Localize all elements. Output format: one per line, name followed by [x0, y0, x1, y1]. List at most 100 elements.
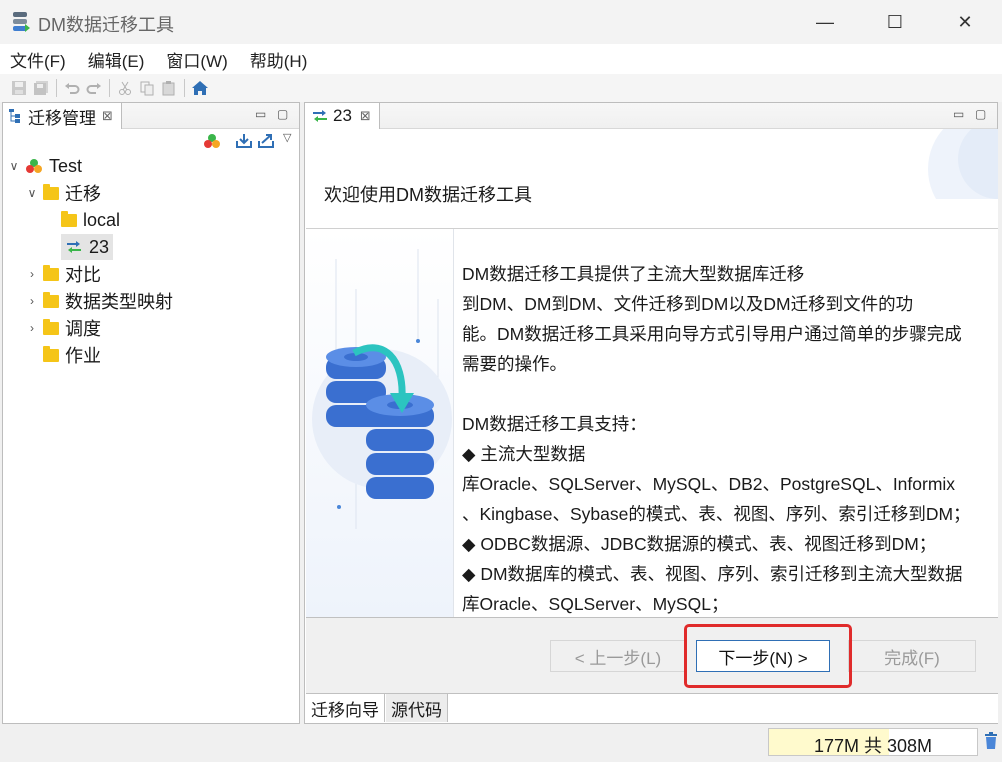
tree-view-icon	[9, 109, 20, 123]
description-line: 库Oracle、SQLServer、MySQL、DB2、PostgreSQL、I…	[462, 474, 956, 494]
tab-source-code[interactable]: 源代码	[386, 694, 448, 722]
header-decoration	[928, 129, 998, 199]
tree-item-label: 23	[89, 236, 110, 257]
save-icon[interactable]	[8, 77, 30, 99]
tree-item-label: local	[83, 209, 121, 230]
editor-tabstrip	[305, 103, 997, 129]
toolbar-separator	[109, 79, 110, 97]
maximize-view-icon[interactable]: ▢	[277, 107, 288, 121]
chevron-right-icon[interactable]: ›	[25, 267, 39, 281]
chevron-right-icon[interactable]: ›	[25, 294, 39, 308]
folder-icon	[43, 318, 59, 335]
wizard-body: DM数据迁移工具提供了主流大型数据库迁移 到DM、DM到DM、文件迁移到DM以及…	[306, 229, 998, 617]
undo-icon[interactable]	[61, 77, 83, 99]
save-all-icon[interactable]	[30, 77, 52, 99]
wizard-header: 欢迎使用DM数据迁移工具	[306, 129, 998, 229]
close-tab-icon[interactable]: ⊠	[102, 108, 113, 124]
folder-open-icon	[61, 210, 77, 227]
description-line: ◆ ODBC数据源、JDBC数据源的模式、表、视图迁移到DM；	[462, 534, 937, 554]
app-logo-icon	[10, 10, 32, 34]
status-bar: 177M 共 308M	[0, 726, 1002, 762]
folder-icon	[43, 345, 59, 362]
wizard-button-bar: < 上一步(L) 下一步(N) > 完成(F)	[306, 617, 998, 693]
import-icon[interactable]	[235, 133, 253, 154]
description-line: 库Oracle、SQLServer、MySQL；	[462, 594, 729, 614]
chevron-down-icon[interactable]: ∨	[7, 159, 21, 173]
migration-icon	[67, 241, 81, 253]
description-line: DM数据迁移工具支持：	[462, 414, 647, 434]
tree-item-label: 迁移	[65, 184, 101, 204]
migration-editor: 23 ⊠ ▭ ▢ 欢迎使用DM数据迁移工具 DM数据迁移工具提供了主流大型数据库…	[304, 102, 998, 724]
tree-item-label: 对比	[65, 265, 101, 285]
tree-item-jobs[interactable]: 作业	[43, 342, 101, 368]
close-tab-icon[interactable]: ⊠	[360, 108, 371, 124]
description-line: 能。DM数据迁移工具采用向导方式引导用户通过简单的步骤完成	[462, 324, 962, 344]
redo-icon[interactable]	[83, 77, 105, 99]
folder-icon	[43, 291, 59, 308]
migration-management-view: 迁移管理 ⊠ ▭ ▢ ▽ ∨ Test ∨ 迁移 local 23 › 对比 ›…	[2, 102, 300, 724]
maximize-button[interactable]: ☐	[860, 0, 930, 44]
description-line: 需要的操作。	[462, 354, 567, 374]
tree-item-label: 调度	[65, 319, 101, 339]
tree-item-migration[interactable]: ∨ 迁移	[25, 180, 101, 206]
folder-icon	[43, 264, 59, 281]
tree-item-23[interactable]: 23	[61, 234, 114, 260]
tree-item-schedule[interactable]: › 调度	[25, 315, 101, 341]
chevron-down-icon[interactable]: ∨	[25, 186, 39, 200]
menu-window[interactable]: 窗口(W)	[166, 47, 227, 72]
tree-item-datatype-mapping[interactable]: › 数据类型映射	[25, 288, 173, 314]
tree-item-local[interactable]: local	[61, 207, 120, 233]
garbage-collect-icon[interactable]	[984, 732, 998, 755]
project-icon	[26, 159, 42, 173]
maximize-view-icon[interactable]: ▢	[975, 107, 986, 121]
export-icon[interactable]	[257, 133, 275, 154]
description-line	[462, 379, 992, 409]
finish-button[interactable]: 完成(F)	[848, 640, 976, 672]
new-project-icon[interactable]	[203, 133, 221, 154]
next-button-highlight	[684, 624, 852, 688]
wizard-description: DM数据迁移工具提供了主流大型数据库迁移 到DM、DM到DM、文件迁移到DM以及…	[462, 259, 992, 619]
paste-icon[interactable]	[158, 77, 180, 99]
migration-icon	[313, 110, 327, 122]
database-migration-illustration	[306, 229, 454, 617]
description-line: ◆ DM数据库的模式、表、视图、序列、索引迁移到主流大型数据	[462, 564, 963, 584]
description-line: 、Kingbase、Sybase的模式、表、视图、序列、索引迁移到DM；	[462, 504, 971, 524]
main-toolbar	[0, 74, 1002, 102]
tab-migration-management[interactable]: 迁移管理 ⊠	[3, 103, 122, 129]
menu-help[interactable]: 帮助(H)	[250, 47, 308, 72]
tree-item-compare[interactable]: › 对比	[25, 261, 101, 287]
copy-icon[interactable]	[136, 77, 158, 99]
tree-item-test[interactable]: ∨ Test	[7, 153, 82, 179]
title-bar: DM数据迁移工具 — ☐ ✕	[0, 0, 1002, 44]
window-title: DM数据迁移工具	[38, 15, 174, 35]
tree-item-label: 作业	[65, 346, 101, 366]
wizard-heading: 欢迎使用DM数据迁移工具	[324, 185, 532, 205]
back-button[interactable]: < 上一步(L)	[550, 640, 686, 672]
toolbar-separator	[56, 79, 57, 97]
menu-edit[interactable]: 编辑(E)	[88, 47, 145, 72]
tree-item-label: 数据类型映射	[65, 292, 173, 312]
cut-icon[interactable]	[114, 77, 136, 99]
editor-bottom-tabs: 迁移向导 源代码	[306, 693, 998, 723]
tree-item-label: Test	[49, 155, 83, 176]
tab-label: 迁移管理	[28, 108, 96, 128]
heap-status[interactable]: 177M 共 308M	[768, 728, 978, 756]
home-icon[interactable]	[189, 77, 211, 99]
folder-open-icon	[43, 183, 59, 200]
minimize-button[interactable]: —	[790, 0, 860, 44]
menu-file[interactable]: 文件(F)	[10, 47, 66, 72]
toolbar-separator	[184, 79, 185, 97]
description-line: 到DM、DM到DM、文件迁移到DM以及DM迁移到文件的功	[462, 294, 914, 314]
tab-migration-wizard[interactable]: 迁移向导	[306, 694, 385, 722]
tab-migration-23[interactable]: 23 ⊠	[305, 103, 380, 129]
minimize-view-icon[interactable]: ▭	[255, 107, 266, 121]
tab-label: 23	[333, 106, 352, 125]
description-line: ◆ 主流大型数据	[462, 444, 586, 464]
minimize-view-icon[interactable]: ▭	[953, 107, 964, 121]
description-line: DM数据迁移工具提供了主流大型数据库迁移	[462, 264, 805, 284]
heap-label: 177M 共 308M	[813, 736, 933, 756]
view-menu-chevron-icon[interactable]: ▽	[283, 131, 291, 144]
close-window-button[interactable]: ✕	[930, 0, 1000, 44]
menu-bar: 文件(F) 编辑(E) 窗口(W) 帮助(H)	[0, 44, 1002, 74]
chevron-right-icon[interactable]: ›	[25, 321, 39, 335]
